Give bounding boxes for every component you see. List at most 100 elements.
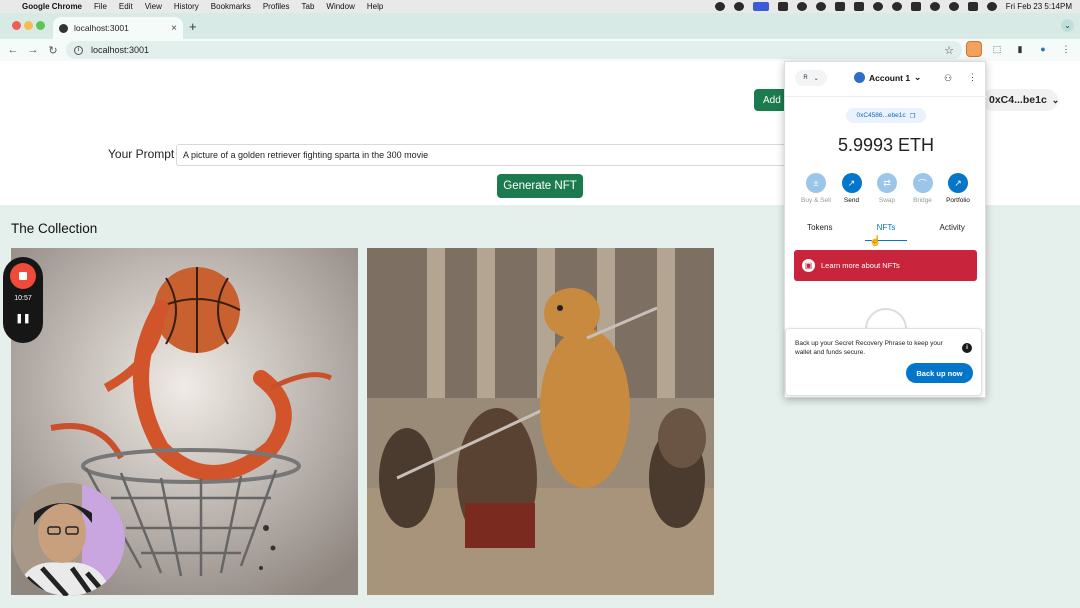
learn-nfts-text: Learn more about NFTs bbox=[821, 261, 900, 270]
buy-sell-icon: ± bbox=[806, 173, 826, 193]
app-icon[interactable] bbox=[796, 2, 807, 11]
play-icon[interactable] bbox=[891, 2, 902, 11]
swap-button[interactable]: ⇄ Swap bbox=[870, 173, 904, 204]
tab-activity[interactable]: Activity bbox=[928, 223, 977, 241]
portfolio-label: Portfolio bbox=[946, 197, 970, 204]
chrome-menu-icon[interactable]: ⋮ bbox=[1058, 41, 1074, 57]
account-selector[interactable]: Account 1 ⌄ bbox=[854, 72, 921, 83]
menu-bookmarks[interactable]: Bookmarks bbox=[211, 2, 251, 11]
bookmark-star-icon[interactable]: ☆ bbox=[944, 44, 954, 57]
gift-icon: ▣ bbox=[802, 259, 815, 272]
chevron-down-icon: ⌄ bbox=[914, 72, 922, 82]
menu-app-name[interactable]: Google Chrome bbox=[22, 2, 82, 11]
site-info-icon[interactable]: i bbox=[74, 45, 83, 55]
screen-recorder-controls: 10:57 ❚❚ bbox=[3, 257, 43, 343]
send-label: Send bbox=[843, 197, 860, 204]
swap-icon: ⇄ bbox=[877, 173, 897, 193]
header-divider bbox=[785, 96, 987, 97]
menu-edit[interactable]: Edit bbox=[119, 2, 133, 11]
siri-icon[interactable] bbox=[986, 2, 997, 11]
info-icon[interactable]: i bbox=[962, 343, 972, 353]
wifi-icon[interactable] bbox=[929, 2, 940, 11]
tab-tokens[interactable]: Tokens bbox=[795, 223, 844, 241]
generate-nft-button[interactable]: Generate NFT bbox=[497, 174, 583, 198]
menu-history[interactable]: History bbox=[174, 2, 199, 11]
mouse-pointer-icon: ☝ bbox=[869, 236, 882, 247]
network-name: R bbox=[803, 75, 808, 81]
copy-address-button[interactable]: 0xC4586...ebe1c ❐ bbox=[846, 108, 926, 123]
cloud-icon[interactable] bbox=[815, 2, 826, 11]
control-center-icon[interactable] bbox=[967, 2, 978, 11]
address-bar[interactable]: i localhost:3001 ☆ bbox=[66, 41, 962, 59]
menubar-tray: Fri Feb 23 5:14PM bbox=[714, 2, 1072, 11]
account-avatar bbox=[854, 72, 865, 83]
settings-icon[interactable] bbox=[733, 2, 744, 11]
extensions-puzzle-icon[interactable]: ⬚ bbox=[989, 41, 1005, 57]
close-window-icon[interactable] bbox=[12, 21, 21, 30]
reload-button[interactable]: ↻ bbox=[43, 44, 63, 57]
bridge-button[interactable]: ⌒ Bridge bbox=[906, 173, 940, 204]
wallet-address-button[interactable]: 0xC4...be1c ⌄ bbox=[982, 89, 1059, 111]
stop-recording-button[interactable] bbox=[10, 263, 36, 289]
pause-recording-button[interactable]: ❚❚ bbox=[3, 313, 43, 324]
copy-icon: ❐ bbox=[909, 112, 916, 120]
account-address: 0xC4586...ebe1c bbox=[856, 112, 906, 119]
bridge-label: Bridge bbox=[913, 197, 932, 204]
forward-button[interactable]: → bbox=[23, 44, 43, 56]
connected-sites-icon[interactable]: ⚇ bbox=[944, 73, 952, 84]
metamask-extension-icon[interactable] bbox=[966, 41, 982, 57]
tab-localhost[interactable]: localhost:3001 × bbox=[53, 17, 183, 39]
clock[interactable]: Fri Feb 23 5:14PM bbox=[1006, 2, 1072, 11]
menu-window[interactable]: Window bbox=[326, 2, 354, 11]
profile-avatar-icon[interactable]: ● bbox=[1035, 41, 1051, 57]
account-name: Account 1 bbox=[869, 72, 911, 83]
send-icon: ↗ bbox=[841, 173, 862, 193]
maximize-window-icon[interactable] bbox=[36, 21, 45, 30]
account-options-icon[interactable]: ⋮ bbox=[968, 72, 977, 83]
menu-profiles[interactable]: Profiles bbox=[263, 2, 290, 11]
webcam-feed-image bbox=[12, 483, 125, 596]
side-panel-icon[interactable]: ▮ bbox=[1012, 41, 1028, 57]
app-icon[interactable] bbox=[853, 2, 864, 11]
send-button[interactable]: ↗ Send bbox=[835, 173, 869, 204]
menu-file[interactable]: File bbox=[94, 2, 107, 11]
tab-search-icon[interactable]: ⌄ bbox=[1061, 19, 1074, 32]
metamask-popup: R ⌄ Account 1 ⌄ ⚇ ⋮ 0xC4586...ebe1c ❐ 5.… bbox=[784, 61, 987, 398]
menu-tab[interactable]: Tab bbox=[302, 2, 315, 11]
search-icon[interactable] bbox=[948, 2, 959, 11]
tab-close-icon[interactable]: × bbox=[171, 23, 177, 34]
app-icon[interactable] bbox=[777, 2, 788, 11]
minimize-window-icon[interactable] bbox=[24, 21, 33, 30]
network-selector[interactable]: R ⌄ bbox=[795, 70, 827, 86]
wallet-actions: ± Buy & Sell ↗ Send ⇄ Swap ⌒ Bridge ↗ Po… bbox=[799, 173, 975, 204]
glasses-icon[interactable] bbox=[872, 2, 883, 11]
new-tab-button[interactable]: + bbox=[189, 19, 197, 34]
bridge-icon: ⌒ bbox=[912, 173, 933, 193]
status-icon[interactable] bbox=[714, 2, 725, 11]
menu-view[interactable]: View bbox=[145, 2, 162, 11]
swap-label: Swap bbox=[878, 197, 896, 204]
nft-image-golden-retriever-sparta bbox=[367, 248, 714, 595]
screen-recorder-icon[interactable] bbox=[752, 2, 769, 11]
backup-reminder-text: Back up your Secret Recovery Phrase to k… bbox=[795, 340, 943, 356]
collection-title: The Collection bbox=[11, 221, 98, 236]
macos-menu-bar: Google Chrome File Edit View History Boo… bbox=[0, 0, 1080, 13]
learn-nfts-banner[interactable]: ▣ Learn more about NFTs bbox=[794, 250, 977, 281]
back-button[interactable]: ← bbox=[3, 44, 23, 56]
portfolio-icon: ↗ bbox=[948, 173, 968, 193]
menu-help[interactable]: Help bbox=[367, 2, 383, 11]
eth-balance: 5.9993 ETH bbox=[837, 135, 935, 155]
battery-icon[interactable] bbox=[910, 2, 921, 11]
buy-sell-button[interactable]: ± Buy & Sell bbox=[799, 173, 833, 204]
nft-card-golden-retriever-sparta[interactable] bbox=[367, 248, 714, 595]
chevron-down-icon: ⌄ bbox=[813, 75, 819, 82]
wallet-tabs: Tokens NFTs Activity bbox=[785, 223, 987, 241]
app-icon[interactable] bbox=[834, 2, 845, 11]
buy-sell-label: Buy & Sell bbox=[801, 197, 831, 204]
portfolio-button[interactable]: ↗ Portfolio bbox=[941, 173, 975, 204]
prompt-input[interactable]: A picture of a golden retriever fighting… bbox=[176, 144, 816, 166]
back-up-now-button[interactable]: Back up now bbox=[906, 363, 973, 383]
backup-reminder-toast: Back up your Secret Recovery Phrase to k… bbox=[785, 328, 982, 396]
tab-strip: localhost:3001 × + ⌄ bbox=[0, 13, 1080, 39]
webcam-bubble[interactable] bbox=[12, 483, 125, 596]
